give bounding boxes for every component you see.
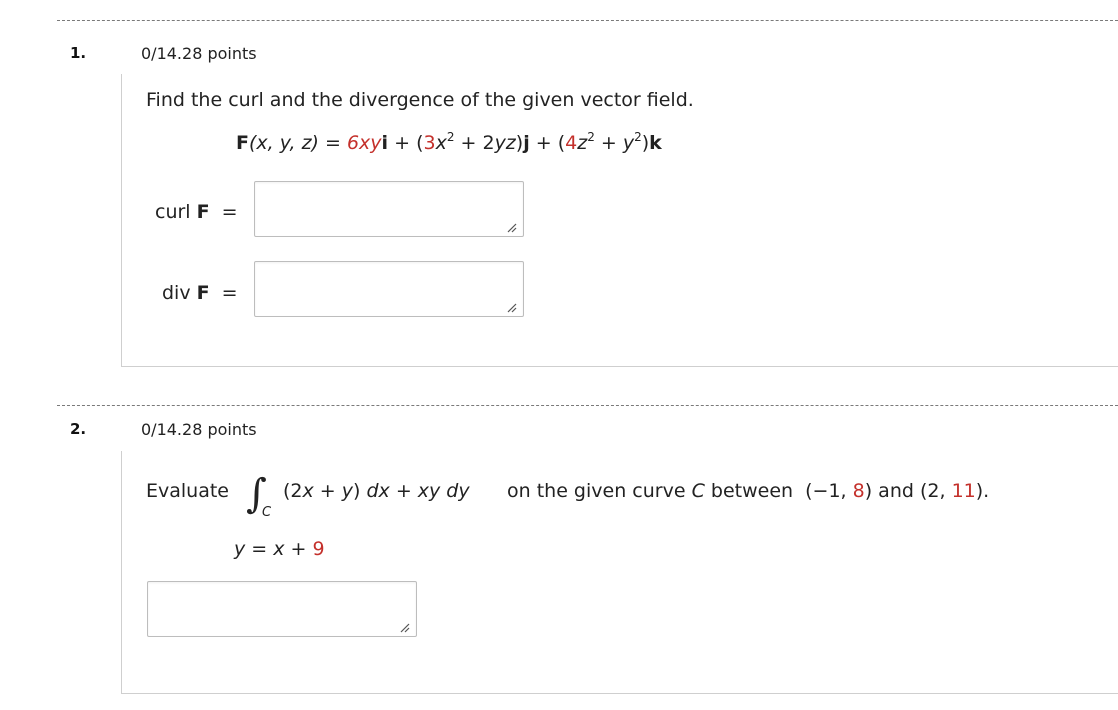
coef-3: 3 bbox=[423, 132, 436, 154]
exp-2c: 2 bbox=[634, 130, 642, 144]
question-points-1: 0/14.28 points bbox=[141, 44, 257, 63]
integrand-x: x bbox=[302, 480, 314, 502]
integrand-xydy: xy dy bbox=[417, 480, 470, 502]
point-1-y: 8 bbox=[852, 480, 865, 502]
point-2: (2, 11). bbox=[919, 480, 990, 502]
curl-F: F bbox=[196, 201, 210, 223]
var-y: y bbox=[622, 132, 635, 154]
resize-grip-icon[interactable] bbox=[505, 221, 517, 233]
curve-text: on the given curve bbox=[507, 480, 686, 502]
between-text: between bbox=[710, 480, 794, 502]
coef-4: 4 bbox=[565, 132, 578, 154]
curve-eq-equals: = bbox=[245, 538, 274, 560]
question-divider-1 bbox=[57, 20, 1118, 21]
resize-grip-icon[interactable] bbox=[398, 621, 410, 633]
exp-2b: 2 bbox=[587, 130, 595, 144]
div-answer-field[interactable] bbox=[254, 261, 524, 317]
integrand-y: y bbox=[341, 480, 354, 502]
curve-description: on the given curve C between (−1, 8) and… bbox=[507, 480, 989, 502]
integral-subscript: C bbox=[262, 505, 272, 520]
field-F: F bbox=[236, 132, 249, 154]
div-equals: = bbox=[221, 282, 238, 304]
question-divider-2 bbox=[57, 405, 1118, 406]
vector-field-formula: F(x, y, z) = 6xyi + (3x2 + 2yz)j + (4z2 … bbox=[236, 130, 662, 154]
integral-answer-field[interactable] bbox=[147, 581, 417, 637]
integrand-open: (2 bbox=[283, 480, 303, 502]
div-word: div bbox=[162, 282, 191, 304]
and-text: and bbox=[878, 480, 914, 502]
curl-label: curl F = bbox=[155, 201, 238, 223]
question-prompt-1: Find the curl and the divergence of the … bbox=[146, 89, 694, 111]
point-2-y: 11 bbox=[951, 480, 976, 502]
integrand: (2x + y) dx + xy dy bbox=[283, 480, 470, 502]
evaluate-label: Evaluate bbox=[146, 480, 229, 502]
var-x: x bbox=[435, 132, 447, 154]
point-1: (−1, 8) bbox=[805, 480, 873, 502]
div-label: div F = bbox=[162, 282, 238, 304]
curve-equation: y = x + 9 bbox=[234, 538, 325, 560]
plus-2: + bbox=[529, 132, 558, 154]
unit-k: k bbox=[649, 132, 662, 154]
div-F: F bbox=[196, 282, 210, 304]
curve-eq-y: y bbox=[234, 538, 246, 560]
plus-1: + bbox=[388, 132, 417, 154]
curve-eq-x: x bbox=[273, 538, 285, 560]
curve-eq-plus: + bbox=[284, 538, 313, 560]
curl-answer-field[interactable] bbox=[254, 181, 524, 237]
question-number-1: 1. bbox=[70, 44, 87, 62]
integrand-dx: dx bbox=[366, 480, 390, 502]
question-number-2: 2. bbox=[70, 420, 87, 438]
resize-grip-icon[interactable] bbox=[505, 301, 517, 313]
integrand-close: ) bbox=[353, 480, 367, 502]
curve-C: C bbox=[691, 480, 705, 502]
question-points-2: 0/14.28 points bbox=[141, 420, 257, 439]
rest-1: + 2 bbox=[454, 132, 495, 154]
curl-equals: = bbox=[221, 201, 238, 223]
field-eq: = bbox=[318, 132, 347, 154]
rest-2: + bbox=[594, 132, 623, 154]
curve-eq-const: 9 bbox=[312, 538, 325, 560]
integrand-plus-2: + bbox=[389, 480, 418, 502]
field-args: (x, y, z) bbox=[248, 132, 319, 154]
var-yz: yz bbox=[494, 132, 516, 154]
integrand-plus: + bbox=[313, 480, 342, 502]
curl-word: curl bbox=[155, 201, 191, 223]
var-z: z bbox=[577, 132, 588, 154]
field-term1: 6xy bbox=[346, 132, 382, 154]
